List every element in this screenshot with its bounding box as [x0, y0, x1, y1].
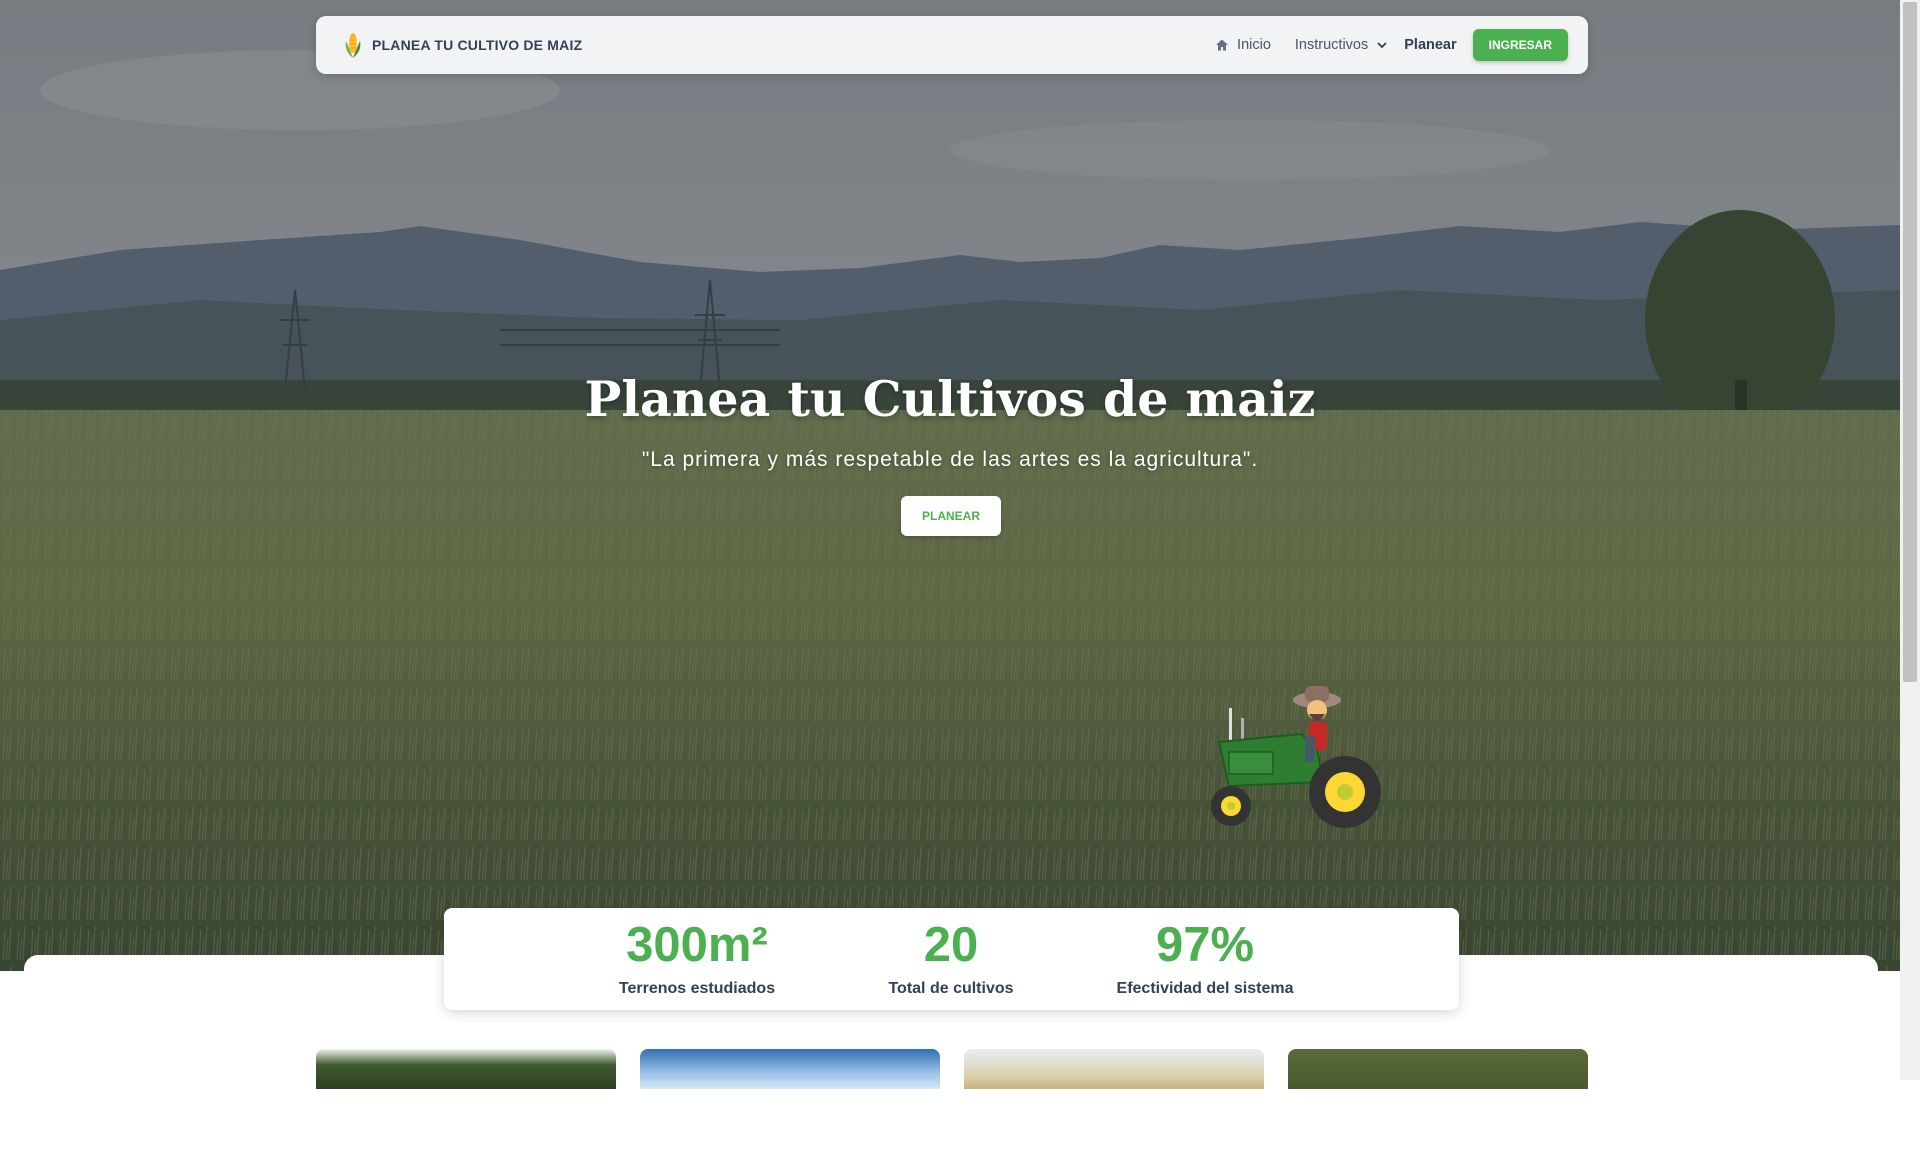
nav-instructivos-dropdown[interactable]: Instructivos [1295, 37, 1388, 53]
scrollbar-thumb[interactable] [1903, 2, 1917, 682]
login-button[interactable]: INGRESAR [1472, 29, 1568, 61]
stats-panel: 300m² Terrenos estudiados 20 Total de cu… [444, 908, 1459, 1010]
nav-planear-link[interactable]: Planear [1404, 37, 1456, 53]
stat-value: 20 [923, 918, 979, 972]
scrollbar[interactable] [1900, 0, 1920, 1080]
stat-label: Efectividad del sistema [1116, 980, 1294, 997]
hero-section [0, 0, 1900, 971]
nav-home-link[interactable]: Inicio [1215, 37, 1271, 53]
nav-home-label: Inicio [1237, 37, 1271, 53]
stat-label: Total de cultivos [888, 980, 1014, 997]
card-image[interactable] [964, 1049, 1264, 1089]
planear-button[interactable]: PLANEAR [901, 496, 1001, 536]
hero-title: Planea tu Cultivos de maiz [584, 370, 1316, 428]
stat-terrenos: 300m² Terrenos estudiados [587, 908, 807, 998]
stat-value: 97% [1155, 918, 1255, 972]
stat-label: Terrenos estudiados [618, 980, 776, 997]
stat-cultivos: 20 Total de cultivos [841, 908, 1061, 998]
stat-efectividad: 97% Efectividad del sistema [1085, 908, 1325, 998]
nav-instructivos-label: Instructivos [1294, 37, 1369, 53]
home-icon [1216, 39, 1229, 51]
chevron-down-icon [1377, 42, 1387, 49]
corn-icon [345, 33, 361, 58]
card-image[interactable] [1288, 1049, 1588, 1089]
tractor-icon [1211, 686, 1381, 828]
card-image[interactable] [316, 1049, 616, 1089]
nav-links: Inicio Instructivos Planear INGRESAR [1191, 29, 1568, 61]
hero-quote: "La primera y más respetable de las arte… [641, 448, 1259, 471]
brand[interactable]: PLANEA TU CULTIVO DE MAIZ [342, 31, 582, 59]
stat-value: 300m² [626, 918, 768, 972]
top-navbar: PLANEA TU CULTIVO DE MAIZ Inicio Instruc… [316, 16, 1588, 74]
card-image[interactable] [640, 1049, 940, 1089]
brand-title: PLANEA TU CULTIVO DE MAIZ [372, 37, 583, 53]
